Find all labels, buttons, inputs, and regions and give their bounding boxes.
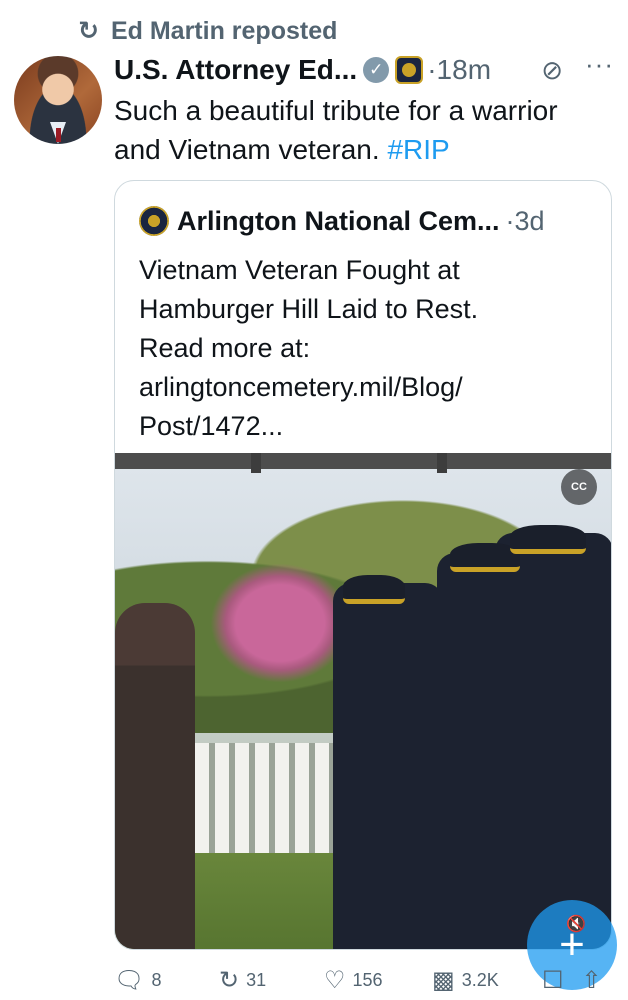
- repost-icon: ↻: [78, 17, 99, 45]
- post-body: Such a beautiful tribute for a warrior a…: [114, 95, 558, 165]
- author-name[interactable]: U.S. Attorney Ed...: [114, 54, 357, 86]
- share-icon[interactable]: ⇧: [582, 966, 602, 995]
- repost-button[interactable]: ↻ 31: [219, 966, 324, 995]
- post-text: Such a beautiful tribute for a warrior a…: [114, 91, 604, 169]
- reply-count: 8: [151, 969, 162, 990]
- quoted-line: Post/1472...: [139, 411, 284, 441]
- views-icon: ▩: [432, 966, 455, 994]
- video-tent-frame: [115, 453, 611, 469]
- verified-icon[interactable]: ✓: [363, 57, 390, 83]
- mute-icon[interactable]: 🔇: [566, 914, 586, 934]
- post-header: U.S. Attorney Ed... ✓ ·18m ⊘ ···: [114, 50, 614, 90]
- view-count: 3.2K: [461, 969, 499, 990]
- video-soldier: [333, 583, 443, 949]
- quoted-text: Vietnam Veteran Fought at Hamburger Hill…: [139, 251, 599, 446]
- video-redbud-tree: [210, 563, 350, 683]
- video-tent-post: [251, 453, 261, 473]
- action-bar: 🗨 8 ↻ 31 ♡ 156 ▩ 3.2K ☐ ⇧: [114, 962, 614, 998]
- heart-icon: ♡: [324, 966, 346, 994]
- avatar-tie: [56, 128, 61, 142]
- reply-button[interactable]: 🗨 8: [114, 966, 219, 995]
- org-badge-icon[interactable]: [395, 56, 424, 84]
- video-player[interactable]: CC: [115, 453, 611, 949]
- quoted-time: ·3d: [505, 205, 545, 236]
- reply-icon: 🗨: [114, 966, 145, 994]
- video-woman: [115, 603, 195, 949]
- video-headstones: [195, 743, 355, 853]
- quoted-line: Vietnam Veteran Fought at: [139, 255, 460, 285]
- repost-count: 31: [246, 969, 267, 990]
- like-count: 156: [352, 969, 383, 990]
- hashtag-link[interactable]: #RIP: [387, 134, 449, 165]
- video-tent-post: [437, 453, 447, 473]
- arlington-seal-icon: [139, 206, 169, 236]
- quoted-header: Arlington National Cem... ·3d: [139, 203, 597, 239]
- quoted-line: Read more at:: [139, 333, 311, 363]
- video-cap: [510, 525, 586, 554]
- repost-icon: ↻: [219, 966, 240, 994]
- quoted-post[interactable]: Arlington National Cem... ·3d Vietnam Ve…: [114, 180, 612, 950]
- bookmark-icon[interactable]: ☐: [542, 966, 564, 995]
- captions-icon[interactable]: CC: [561, 469, 597, 505]
- more-icon[interactable]: ···: [585, 51, 614, 77]
- quoted-author: Arlington National Cem...: [177, 205, 500, 236]
- grok-icon[interactable]: ⊘: [541, 55, 563, 86]
- avatar[interactable]: [14, 56, 102, 144]
- video-cap: [343, 575, 405, 604]
- like-button[interactable]: ♡ 156: [324, 966, 432, 995]
- views-button[interactable]: ▩ 3.2K: [432, 966, 542, 995]
- repost-indicator[interactable]: ↻ Ed Martin reposted: [78, 14, 337, 48]
- repost-label: Ed Martin reposted: [110, 16, 338, 45]
- quoted-line: arlingtoncemetery.mil/Blog/: [139, 372, 463, 402]
- video-soldier: [495, 533, 611, 949]
- post-time[interactable]: ·18m: [427, 54, 491, 86]
- quoted-line: Hamburger Hill Laid to Rest.: [139, 294, 479, 324]
